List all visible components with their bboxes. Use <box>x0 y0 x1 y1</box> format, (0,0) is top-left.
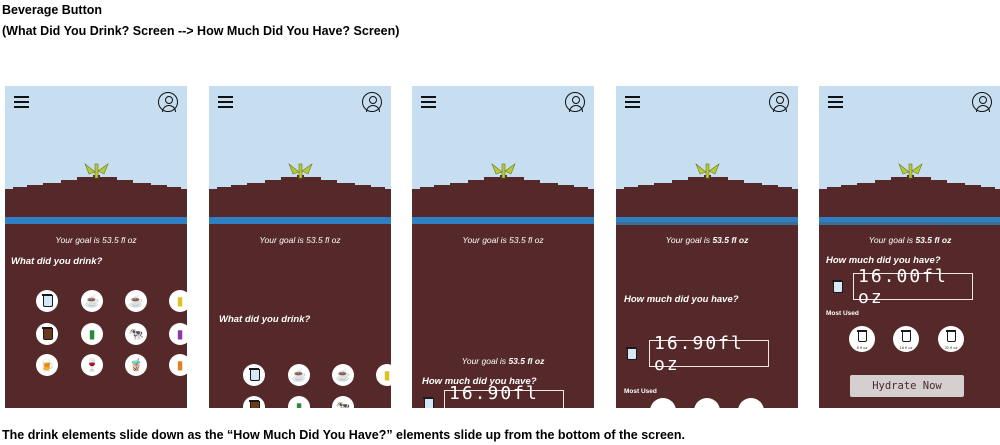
frame-4: Your goal is 53.5 fl oz How much did you… <box>616 86 798 408</box>
profile-icon[interactable] <box>158 92 178 112</box>
boba-drink-button[interactable]: 🧋 <box>125 354 147 376</box>
menu-icon[interactable] <box>218 96 233 108</box>
water-bar <box>5 217 187 224</box>
soda-drink-button[interactable] <box>243 396 265 408</box>
sprout-icon <box>288 163 313 179</box>
most-used-8oz-button[interactable]: 8 fl oz <box>849 326 875 352</box>
most-used-16oz-button[interactable]: 16 fl oz <box>893 326 919 352</box>
goal-text: Your goal is 53.5 fl oz <box>819 235 1000 245</box>
hydrate-now-button[interactable]: Hydrate Now <box>850 375 964 397</box>
goal-text: Your goal is 53.5 fl oz <box>616 235 798 245</box>
menu-icon[interactable] <box>828 96 843 108</box>
milk-drink-button[interactable]: 🐄 <box>332 396 354 408</box>
goal-value: 53.5 fl oz <box>915 235 952 245</box>
frame-5: Your goal is 53.5 fl oz How much did you… <box>819 86 1000 408</box>
water-glass-icon <box>626 347 637 360</box>
orange-drink-button[interactable]: ▮ <box>169 354 187 376</box>
sprout-icon <box>491 163 516 179</box>
coffee-drink-button[interactable]: ☕ <box>81 290 103 312</box>
water-bar <box>412 217 594 224</box>
goal-prefix: Your goal is <box>868 235 914 245</box>
goal-text: Your goal is 53.5 fl oz <box>259 235 341 245</box>
most-used-8oz-button[interactable] <box>650 398 676 408</box>
profile-icon[interactable] <box>362 92 382 112</box>
water-drink-button[interactable] <box>36 290 58 312</box>
goal-text-rising: Your goal is 53.5 fl oz <box>412 356 594 366</box>
frame-1: Your goal is 53.5 fl oz What did you dri… <box>5 86 187 408</box>
milk-drink-button[interactable]: 🐄 <box>125 323 147 345</box>
grape-drink-button[interactable]: ▮ <box>169 323 187 345</box>
amount-input[interactable]: 16.90fl oz <box>444 383 564 408</box>
goal-value: 53.5 fl oz <box>712 235 749 245</box>
what-did-you-drink-label: What did you drink? <box>219 314 311 325</box>
size-label: 8 fl oz <box>856 345 868 350</box>
water-glass-icon <box>423 397 434 408</box>
how-much-label: How much did you have? <box>826 255 941 266</box>
what-did-you-drink-label: What did you drink? <box>11 256 103 267</box>
water-bar-lower <box>819 222 1000 225</box>
profile-icon[interactable] <box>769 92 789 112</box>
beer-drink-button[interactable]: 🍺 <box>36 354 58 376</box>
tea-drink-button[interactable]: ☕ <box>125 290 147 312</box>
most-used-label: Most Used <box>624 388 657 395</box>
most-used-16oz-button[interactable] <box>694 398 720 408</box>
frame-3: Your goal is 53.5 fl oz Your goal is 53.… <box>412 86 594 408</box>
amount-input[interactable]: 16.00fl oz <box>853 266 973 308</box>
water-bar-lower <box>616 222 798 225</box>
sprout-icon <box>84 163 109 179</box>
tea-drink-button[interactable]: ☕ <box>332 364 354 386</box>
coffee-drink-button[interactable]: ☕ <box>288 364 310 386</box>
goal-text: Your goal is 53.5 fl oz <box>55 235 137 245</box>
most-used-32oz-button[interactable]: 32 fl oz <box>938 326 964 352</box>
goal-value: 53.5 fl oz <box>508 356 545 366</box>
water-bar <box>209 217 391 224</box>
sprout-icon <box>695 163 720 179</box>
caption: The drink elements slide down as the “Ho… <box>2 428 685 442</box>
most-used-label: Most Used <box>826 310 859 317</box>
goal-text: Your goal is 53.5 fl oz <box>462 235 544 245</box>
soda-drink-button[interactable] <box>36 323 58 345</box>
frame-2: Your goal is 53.5 fl oz What did you dri… <box>209 86 391 408</box>
how-much-label: How much did you have? <box>624 294 739 305</box>
most-used-32oz-button[interactable] <box>738 398 764 408</box>
can-drink-button[interactable]: ▮ <box>81 323 103 345</box>
goal-prefix: Your goal is <box>461 356 507 366</box>
water-drink-button[interactable] <box>243 364 265 386</box>
amount-input[interactable]: 16.90fl oz <box>649 333 769 375</box>
menu-icon[interactable] <box>14 96 29 108</box>
juice-drink-button[interactable]: ▮ <box>376 364 391 386</box>
wine-drink-button[interactable]: 🍷 <box>81 354 103 376</box>
page-title: Beverage Button <box>2 3 103 17</box>
menu-icon[interactable] <box>625 96 640 108</box>
profile-icon[interactable] <box>565 92 585 112</box>
size-label: 16 fl oz <box>899 345 913 350</box>
juice-drink-button[interactable]: ▮ <box>169 290 187 312</box>
page-subtitle: (What Did You Drink? Screen --> How Much… <box>2 24 400 38</box>
menu-icon[interactable] <box>421 96 436 108</box>
goal-prefix: Your goal is <box>665 235 711 245</box>
can-drink-button[interactable]: ▮ <box>288 396 310 408</box>
size-label: 32 fl oz <box>944 345 958 350</box>
profile-icon[interactable] <box>972 92 992 112</box>
sprout-icon <box>898 163 923 179</box>
water-glass-icon <box>832 280 843 293</box>
